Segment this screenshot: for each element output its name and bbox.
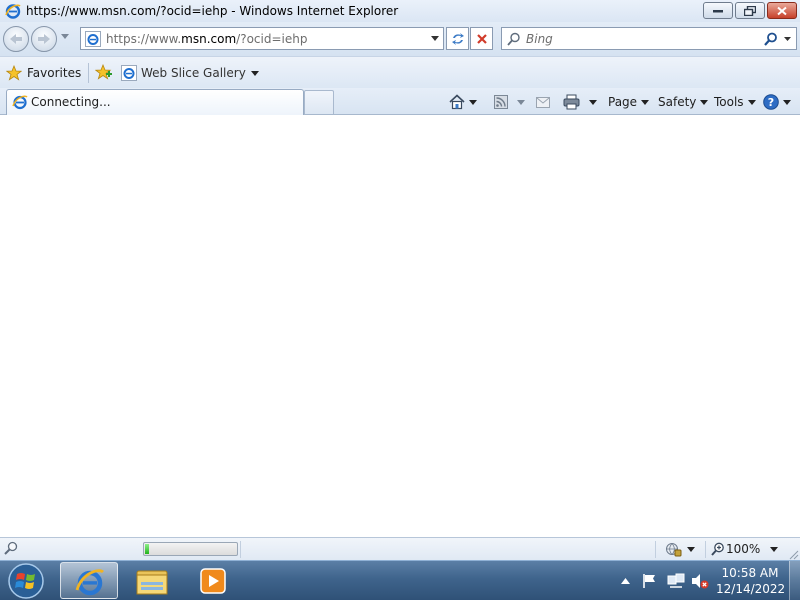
close-button[interactable] [767, 2, 797, 19]
ie-icon [75, 569, 104, 596]
back-button[interactable] [3, 26, 29, 52]
resize-grip-icon[interactable] [789, 550, 799, 560]
window-controls [701, 2, 797, 19]
chevron-down-icon [469, 99, 477, 105]
ie-page-icon [85, 31, 101, 50]
volume-muted-icon[interactable] [691, 573, 709, 589]
folder-icon [136, 570, 168, 595]
action-center-flag-icon[interactable] [642, 573, 658, 589]
windows-logo-icon [8, 563, 44, 599]
progress-fill [145, 544, 149, 554]
forward-button[interactable] [31, 26, 57, 52]
tools-menu-label: Tools [714, 95, 744, 109]
search-box[interactable]: Bing [501, 27, 797, 50]
status-panel [240, 541, 260, 558]
restore-button[interactable] [735, 2, 765, 19]
network-icon[interactable] [667, 573, 685, 589]
media-player-icon [200, 568, 226, 594]
refresh-icon [452, 33, 464, 45]
chevron-down-icon [770, 547, 778, 552]
url-scheme: https://www. [106, 32, 182, 46]
ie-window: https://www.msn.com/?ocid=iehp - Windows… [0, 0, 800, 560]
star-icon [6, 65, 22, 81]
safety-menu-label: Safety [658, 95, 697, 109]
page-content[interactable] [0, 116, 800, 537]
search-placeholder: Bing [526, 32, 553, 46]
navigation-bar: https://www.msn.com/?ocid=iehp Bing [0, 22, 800, 56]
show-hidden-icons-icon[interactable] [621, 578, 630, 584]
search-options-dropdown-icon[interactable] [784, 37, 791, 41]
page-load-progress [143, 542, 238, 556]
favorites-label: Favorites [27, 66, 82, 80]
protected-mode-panel[interactable] [655, 541, 705, 558]
ie-icon [5, 3, 21, 19]
zoom-level: 100% [726, 542, 761, 556]
recent-pages-dropdown-icon[interactable] [61, 34, 69, 39]
search-icon [4, 541, 18, 555]
safety-menu[interactable]: Safety [658, 92, 709, 112]
mail-icon [536, 96, 550, 108]
favorites-button[interactable]: Favorites [6, 62, 81, 84]
ie-icon [12, 94, 28, 113]
web-slice-gallery-label: Web Slice Gallery [141, 66, 246, 80]
rss-icon [494, 95, 508, 109]
chevron-down-icon [687, 547, 695, 552]
show-desktop-button[interactable] [789, 561, 800, 600]
home-icon [449, 94, 465, 110]
address-bar[interactable]: https://www.msn.com/?ocid=iehp [80, 27, 444, 50]
chevron-down-icon [641, 99, 650, 105]
help-icon: ? [763, 94, 779, 110]
stop-button[interactable] [470, 27, 493, 50]
add-to-favorites-bar-icon[interactable] [95, 64, 113, 80]
clock-time: 10:58 AM [721, 566, 779, 580]
refresh-button[interactable] [446, 27, 469, 50]
chevron-down-icon [250, 70, 259, 76]
zoom-icon [711, 542, 724, 556]
tab-row: Connecting... Page Safety Tools ? [0, 88, 800, 115]
minimize-button[interactable] [703, 2, 733, 19]
url-host: msn.com [181, 32, 237, 46]
bing-search-icon [507, 32, 520, 46]
svg-text:?: ? [768, 96, 774, 109]
page-menu-label: Page [608, 95, 638, 109]
chevron-down-icon [700, 99, 709, 105]
title-bar: https://www.msn.com/?ocid=iehp - Windows… [0, 0, 800, 22]
taskbar-internet-explorer[interactable] [60, 562, 118, 599]
chevron-down-icon [589, 99, 597, 105]
address-url[interactable]: https://www.msn.com/?ocid=iehp [106, 32, 307, 46]
window-title: https://www.msn.com/?ocid=iehp - Windows… [26, 4, 399, 18]
tools-menu[interactable]: Tools [714, 92, 756, 112]
toolbar-separator [88, 63, 89, 83]
stop-x-icon [477, 34, 487, 44]
ie-page-icon [121, 65, 137, 81]
taskbar-clock[interactable]: 10:58 AM 12/14/2022 [716, 565, 786, 597]
status-bar: 100% [0, 537, 800, 560]
page-menu[interactable]: Page [608, 92, 650, 112]
taskbar: 10:58 AM 12/14/2022 [0, 560, 800, 600]
tab-title: Connecting... [31, 95, 111, 109]
taskbar-media-player[interactable] [184, 562, 242, 599]
print-button[interactable] [563, 92, 597, 112]
feeds-button[interactable] [494, 92, 525, 112]
new-tab-button[interactable] [304, 90, 334, 114]
home-button[interactable] [449, 92, 477, 112]
taskbar-windows-explorer[interactable] [122, 562, 180, 599]
url-path: /?ocid=iehp [236, 32, 308, 46]
chevron-down-icon [517, 99, 525, 105]
chevron-down-icon [783, 99, 791, 105]
magnifier-icon[interactable] [764, 32, 778, 46]
favorites-bar: Favorites Web Slice Gallery [0, 56, 800, 88]
address-dropdown-icon[interactable] [431, 36, 439, 41]
read-mail-button[interactable] [536, 92, 550, 112]
chevron-down-icon [747, 99, 756, 105]
globe-security-icon [666, 543, 682, 557]
help-button[interactable]: ? [763, 92, 791, 112]
forward-arrow-icon [38, 34, 50, 44]
tab-connecting[interactable]: Connecting... [6, 89, 304, 115]
clock-date: 12/14/2022 [716, 582, 786, 596]
start-button[interactable] [6, 562, 46, 600]
back-arrow-icon [10, 34, 22, 44]
printer-icon [563, 94, 580, 110]
web-slice-gallery-link[interactable]: Web Slice Gallery [121, 62, 259, 84]
